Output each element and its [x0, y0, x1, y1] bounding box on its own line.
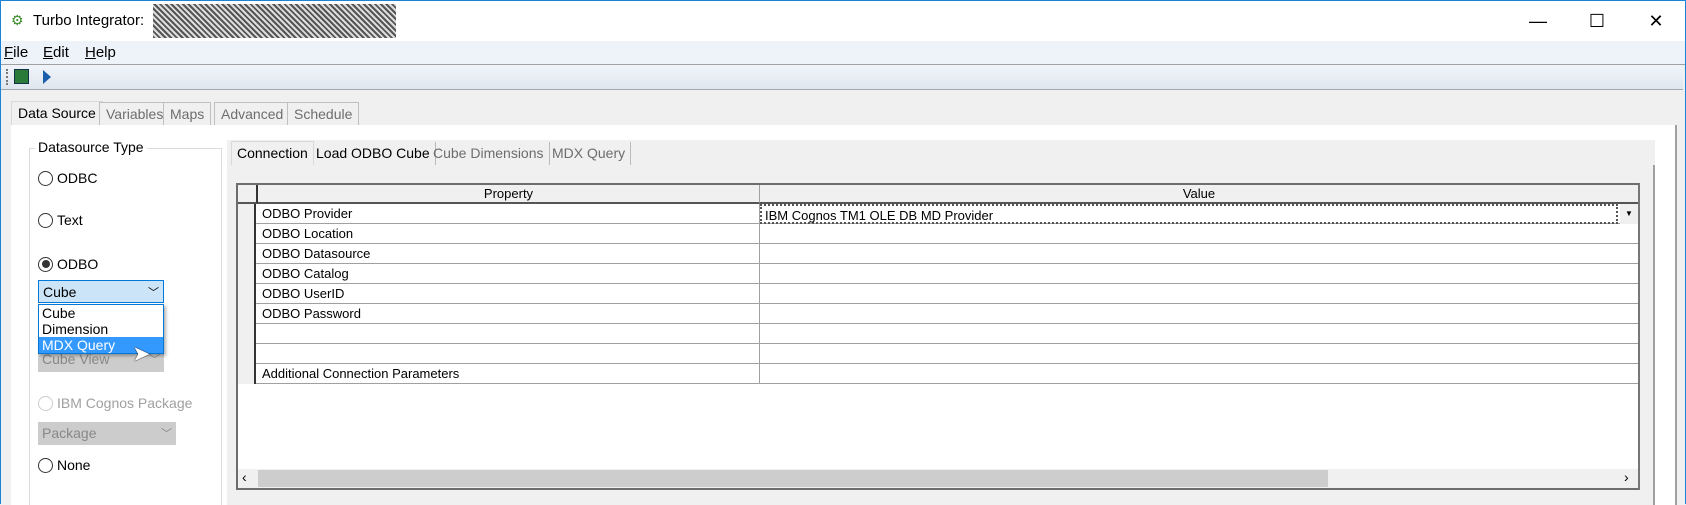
table-row[interactable]: ODBO UserID: [238, 284, 1638, 304]
table-row[interactable]: ODBO Location: [238, 224, 1638, 244]
radio-circle-selected: [38, 256, 53, 272]
menu-file[interactable]: File: [4, 44, 28, 61]
row-header[interactable]: [238, 244, 256, 264]
value-cell[interactable]: [760, 284, 1638, 304]
value-cell[interactable]: [760, 224, 1638, 244]
tab-data-source[interactable]: Data Source: [11, 101, 103, 126]
radio-label: ODBO: [57, 256, 99, 272]
row-header[interactable]: [238, 264, 256, 284]
row-header[interactable]: [238, 304, 256, 324]
tab-connection[interactable]: Connection: [231, 141, 314, 165]
radio-odbc[interactable]: ODBC: [38, 170, 97, 186]
property-cell[interactable]: [258, 324, 760, 344]
value-cell[interactable]: [760, 244, 1638, 264]
property-cell[interactable]: Additional Connection Parameters: [258, 364, 760, 384]
save-icon[interactable]: [14, 69, 29, 84]
tab-schedule[interactable]: Schedule: [287, 102, 360, 125]
radio-circle: [38, 457, 53, 473]
value-cell[interactable]: [760, 324, 1638, 344]
table-row[interactable]: ODBO Provider IBM Cognos TM1 OLE DB MD P…: [238, 204, 1638, 224]
chevron-down-icon: ﹀: [148, 287, 159, 299]
row-header[interactable]: [238, 204, 256, 224]
datasource-type-label: Datasource Type: [35, 139, 147, 155]
title-bar: ⚙ Turbo Integrator: — ☐ ✕: [1, 1, 1685, 41]
radio-none[interactable]: None: [38, 457, 90, 473]
option-dimension[interactable]: Dimension: [39, 321, 163, 337]
property-cell[interactable]: ODBO Catalog: [258, 264, 760, 284]
window-title: Turbo Integrator:: [33, 12, 145, 29]
radio-text[interactable]: Text: [38, 212, 83, 228]
radio-label: IBM Cognos Package: [57, 395, 193, 411]
minimize-button[interactable]: —: [1509, 1, 1567, 41]
tab-variables[interactable]: Variables: [99, 102, 171, 125]
connection-property-grid: Property Value ODBO Provider IBM Cognos …: [236, 183, 1640, 490]
row-header[interactable]: [238, 224, 256, 244]
window: ⚙ Turbo Integrator: — ☐ ✕ File Edit Help…: [0, 0, 1686, 505]
value-cell[interactable]: [760, 264, 1638, 284]
radio-ibm-cognos-package: IBM Cognos Package: [38, 395, 192, 411]
property-cell[interactable]: ODBO UserID: [258, 284, 760, 304]
scrollbar-thumb[interactable]: [258, 470, 1328, 487]
property-cell[interactable]: ODBO Location: [258, 224, 760, 244]
property-cell[interactable]: ODBO Password: [258, 304, 760, 324]
tab-mdx-query[interactable]: MDX Query: [547, 142, 632, 165]
table-row[interactable]: Additional Connection Parameters: [238, 364, 1638, 384]
toolbar: [1, 65, 1683, 90]
maximize-button[interactable]: ☐: [1568, 1, 1626, 41]
menu-file-label: File: [4, 44, 29, 61]
app-gear-icon: ⚙: [11, 12, 24, 28]
property-cell[interactable]: ODBO Provider: [258, 204, 760, 224]
horizontal-scrollbar[interactable]: ‹ ›: [238, 469, 1638, 488]
tab-cube-dimensions[interactable]: Cube Dimensions: [428, 142, 550, 165]
value-cell[interactable]: [760, 364, 1638, 384]
table-row[interactable]: ODBO Datasource: [238, 244, 1638, 264]
tab-advanced[interactable]: Advanced: [214, 102, 291, 125]
scroll-right-icon[interactable]: ›: [1624, 469, 1629, 485]
combo-value: Cube: [43, 284, 77, 300]
scroll-left-icon[interactable]: ‹: [242, 469, 247, 485]
odbo-type-combo[interactable]: Cube ﹀: [38, 280, 164, 303]
row-header[interactable]: [238, 364, 256, 384]
radio-label: None: [57, 457, 91, 473]
table-row[interactable]: [238, 344, 1638, 364]
row-header[interactable]: [238, 344, 256, 364]
menu-bar: File Edit Help: [1, 41, 1685, 65]
column-header-property[interactable]: Property: [258, 185, 760, 204]
combo-value: Package: [42, 425, 97, 441]
row-header[interactable]: [238, 284, 256, 304]
table-row[interactable]: ODBO Password: [238, 304, 1638, 324]
menu-edit[interactable]: Edit: [43, 44, 69, 61]
redacted-process-name: [153, 4, 396, 38]
radio-circle: [38, 170, 53, 186]
table-row[interactable]: [238, 324, 1638, 344]
radio-circle: [38, 212, 53, 228]
row-header[interactable]: [238, 324, 256, 344]
property-cell[interactable]: [258, 344, 760, 364]
chevron-down-icon: ﹀: [161, 428, 172, 440]
column-header-value[interactable]: Value: [760, 185, 1638, 204]
row-header-corner: [238, 185, 258, 204]
menu-help[interactable]: Help: [85, 44, 116, 61]
mouse-cursor-icon: ➤: [132, 341, 151, 366]
tab-load-odbo-cube[interactable]: Load ODBO Cube: [311, 142, 436, 165]
tab-maps[interactable]: Maps: [163, 102, 212, 125]
radio-label: Text: [57, 212, 83, 228]
property-cell[interactable]: ODBO Datasource: [258, 244, 760, 264]
toolbar-grip[interactable]: [6, 69, 8, 85]
menu-help-label: Help: [85, 44, 116, 61]
option-cube[interactable]: Cube: [39, 305, 163, 321]
value-cell[interactable]: [760, 344, 1638, 364]
package-combo: Package ﹀: [38, 422, 176, 445]
radio-label: ODBC: [57, 170, 98, 186]
run-icon[interactable]: [43, 70, 51, 84]
radio-circle: [38, 395, 53, 411]
radio-odbo[interactable]: ODBO: [38, 256, 98, 272]
table-row[interactable]: ODBO Catalog: [238, 264, 1638, 284]
provider-dropdown-arrow-icon[interactable]: ▼: [1620, 204, 1638, 224]
value-cell[interactable]: IBM Cognos TM1 OLE DB MD Provider: [760, 204, 1618, 224]
value-cell[interactable]: [760, 304, 1638, 324]
menu-edit-label: Edit: [43, 44, 69, 61]
close-button[interactable]: ✕: [1627, 1, 1685, 41]
